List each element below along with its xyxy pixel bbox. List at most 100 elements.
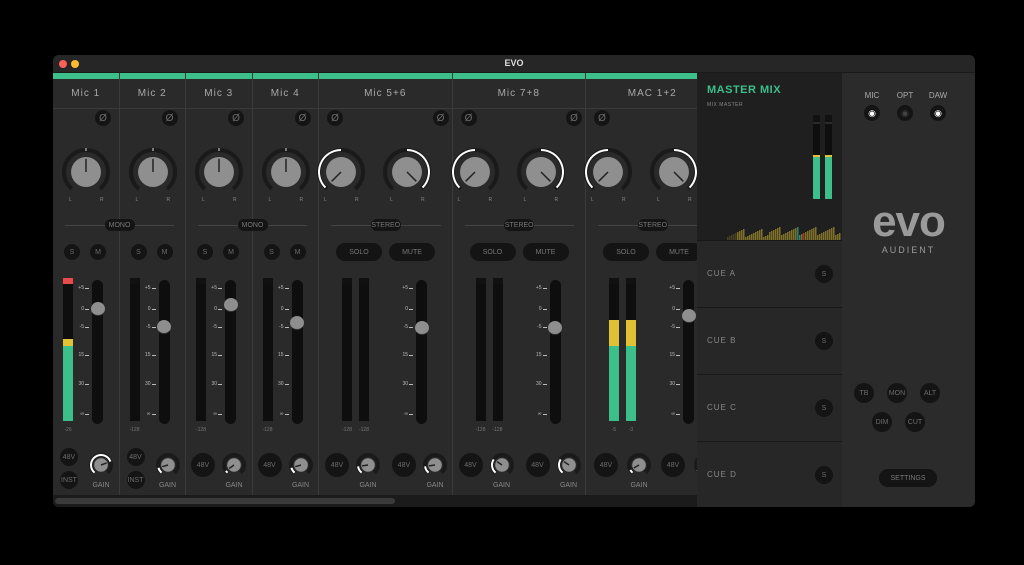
pan-knob[interactable] <box>61 147 111 197</box>
solo-button[interactable]: S <box>197 244 213 260</box>
horizontal-scrollbar[interactable] <box>53 495 697 507</box>
fader-handle[interactable] <box>90 302 105 316</box>
scrollbar-thumb[interactable] <box>55 498 395 504</box>
gain-knob[interactable] <box>626 452 652 478</box>
fader-handle[interactable] <box>414 321 429 336</box>
clip-indicator[interactable] <box>342 278 352 284</box>
fader-track[interactable] <box>549 280 561 424</box>
phantom-power-button[interactable]: 48V <box>191 453 215 477</box>
monitor-button-dim[interactable]: DIM <box>872 412 892 432</box>
solo-button[interactable]: SOLO <box>603 243 649 261</box>
phase-invert-button[interactable]: Ø <box>294 110 311 126</box>
phantom-power-button[interactable]: 48V <box>661 453 685 477</box>
cue-mix-row[interactable]: CUE A S <box>697 240 842 307</box>
clip-indicator[interactable] <box>492 278 503 284</box>
clip-indicator[interactable] <box>359 278 369 284</box>
input-visibility-toggle[interactable]: ◉ <box>864 105 880 121</box>
solo-button[interactable]: S <box>263 244 280 260</box>
cue-solo-button[interactable]: S <box>815 399 833 417</box>
pan-knob[interactable] <box>194 147 244 197</box>
fader-track[interactable] <box>416 280 427 424</box>
pan-knob[interactable] <box>382 147 432 197</box>
mono-link-button[interactable]: MONO <box>237 219 268 231</box>
pan-knob[interactable] <box>583 147 633 197</box>
phantom-power-button[interactable]: 48V <box>325 453 349 477</box>
clip-indicator[interactable] <box>63 278 73 284</box>
gain-knob[interactable] <box>355 452 381 478</box>
input-visibility-toggle[interactable]: ◉ <box>930 105 946 121</box>
clip-indicator[interactable] <box>609 278 619 284</box>
phantom-power-button[interactable]: 48V <box>392 453 416 477</box>
solo-button[interactable]: SOLO <box>336 243 382 261</box>
monitor-button-cut[interactable]: CUT <box>905 412 925 432</box>
clip-indicator[interactable] <box>626 278 636 284</box>
phantom-power-button[interactable]: 48V <box>525 453 550 477</box>
clip-indicator[interactable] <box>262 278 273 284</box>
phase-invert-button[interactable]: Ø <box>594 110 610 126</box>
phantom-power-button[interactable]: 48V <box>60 448 78 466</box>
phase-invert-button[interactable]: Ø <box>95 110 111 126</box>
phase-invert-button[interactable]: Ø <box>327 110 343 126</box>
fader-handle[interactable] <box>681 309 696 324</box>
pan-knob[interactable] <box>128 147 178 197</box>
fader-handle[interactable] <box>223 297 238 312</box>
input-visibility-toggle[interactable]: ◉ <box>897 105 913 121</box>
pan-knob[interactable] <box>450 147 500 197</box>
master-clip-indicator[interactable] <box>813 115 820 124</box>
gain-knob[interactable] <box>288 452 314 478</box>
stereo-link-button[interactable]: STEREO <box>637 219 668 231</box>
pan-knob[interactable] <box>649 147 697 197</box>
phantom-power-button[interactable]: 48V <box>458 453 483 477</box>
gain-knob[interactable] <box>155 452 181 478</box>
gain-knob[interactable] <box>88 452 114 478</box>
stereo-link-button[interactable]: STEREO <box>504 219 535 231</box>
cue-mix-row[interactable]: CUE C S <box>697 374 842 441</box>
gain-knob[interactable] <box>422 452 448 478</box>
cue-mix-row[interactable]: CUE D S <box>697 441 842 507</box>
gain-knob[interactable] <box>221 452 247 478</box>
pan-knob[interactable] <box>261 147 311 197</box>
phase-invert-button[interactable]: Ø <box>161 110 178 126</box>
monitor-button-tb[interactable]: TB <box>854 383 874 403</box>
phase-invert-button[interactable]: Ø <box>460 110 477 126</box>
phantom-power-button[interactable]: 48V <box>126 448 145 466</box>
master-clip-indicator[interactable] <box>825 115 832 124</box>
master-mix-section[interactable]: MASTER MIX MIX MASTER <box>697 73 842 240</box>
settings-button[interactable]: SETTINGS <box>879 469 937 487</box>
monitor-button-mon[interactable]: MON <box>887 383 907 403</box>
cue-solo-button[interactable]: S <box>815 332 833 350</box>
phase-invert-button[interactable]: Ø <box>432 110 449 126</box>
phase-invert-button[interactable]: Ø <box>566 110 582 126</box>
phantom-power-button[interactable]: 48V <box>594 453 618 477</box>
clip-indicator[interactable] <box>196 278 206 284</box>
mute-button[interactable]: MUTE <box>522 243 569 261</box>
solo-button[interactable]: S <box>64 244 80 260</box>
solo-button[interactable]: S <box>130 244 147 260</box>
mute-button[interactable]: M <box>90 244 106 260</box>
mono-link-button[interactable]: MONO <box>104 219 135 231</box>
cue-mix-row[interactable]: CUE B S <box>697 307 842 374</box>
fader-track[interactable] <box>683 280 694 424</box>
mute-button[interactable]: M <box>289 244 306 260</box>
phase-invert-button[interactable]: Ø <box>228 110 244 126</box>
fader-track[interactable] <box>291 280 303 424</box>
clip-indicator[interactable] <box>129 278 140 284</box>
clip-indicator[interactable] <box>475 278 486 284</box>
cue-solo-button[interactable]: S <box>815 466 833 484</box>
monitor-button-alt[interactable]: ALT <box>920 383 940 403</box>
pan-knob[interactable] <box>316 147 366 197</box>
instrument-button[interactable]: INST <box>126 471 145 489</box>
mute-button[interactable]: MUTE <box>389 243 435 261</box>
fader-handle[interactable] <box>157 320 171 334</box>
cue-solo-button[interactable]: S <box>815 265 833 283</box>
mute-button[interactable]: MUTE <box>656 243 697 261</box>
fader-track[interactable] <box>158 280 170 424</box>
gain-knob[interactable] <box>489 452 515 478</box>
pan-knob[interactable] <box>516 147 566 197</box>
phantom-power-button[interactable]: 48V <box>257 453 282 477</box>
mute-button[interactable]: M <box>223 244 239 260</box>
gain-knob[interactable] <box>556 452 582 478</box>
mute-button[interactable]: M <box>156 244 173 260</box>
instrument-button[interactable]: INST <box>60 471 78 489</box>
stereo-link-button[interactable]: STEREO <box>370 219 401 231</box>
